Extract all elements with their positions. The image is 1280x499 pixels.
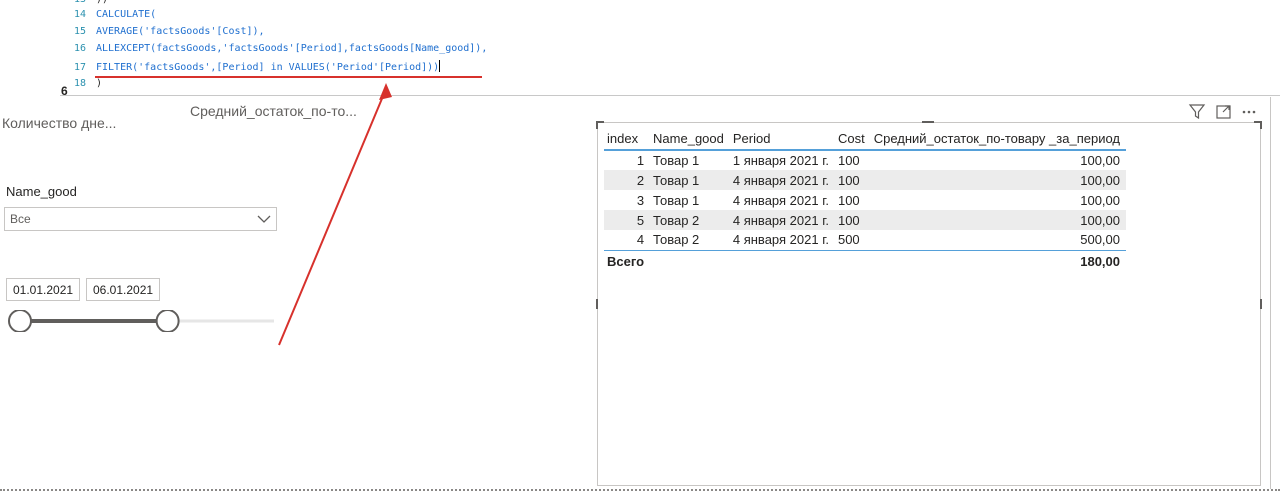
cell: Товар 1 — [653, 192, 700, 208]
chevron-down-icon — [257, 215, 271, 223]
right-pane-edge — [1270, 97, 1280, 489]
cell: 100 — [834, 170, 871, 190]
slider-start-handle[interactable] — [8, 310, 32, 332]
cell: 4 января 2021 г. — [729, 170, 835, 190]
column-header[interactable]: index — [604, 128, 651, 151]
cell: 1 — [636, 153, 645, 168]
cell: 4 января 2021 г. — [732, 232, 829, 248]
visual-title: Средний_остаток_по-то... — [190, 103, 357, 119]
column-header[interactable]: Cost — [834, 128, 871, 151]
cell: 100,00 — [1080, 192, 1120, 208]
focus-mode-icon[interactable] — [1216, 105, 1231, 119]
name-good-dropdown[interactable]: Все — [4, 207, 277, 231]
column-header[interactable]: Name_good — [650, 128, 730, 151]
more-options-icon[interactable] — [1242, 110, 1256, 114]
dropdown-value: Все — [10, 212, 31, 226]
cell: 100,00 — [1080, 153, 1120, 168]
date-to-input[interactable]: 06.01.2021 — [86, 278, 160, 301]
cell: 500 — [837, 232, 860, 248]
cell: Товар 2 — [653, 232, 700, 248]
canvas-bottom-border — [0, 489, 1280, 491]
cell: Товар 2 — [650, 210, 730, 230]
cell: 100,00 — [870, 210, 1126, 230]
cell: 4 января 2021 г. — [729, 210, 835, 230]
column-header[interactable]: Period — [729, 128, 835, 151]
cell: 5 — [604, 210, 651, 230]
cell: Товар 1 — [653, 153, 700, 168]
filter-icon[interactable] — [1188, 104, 1206, 120]
slider-end-handle[interactable] — [155, 310, 180, 332]
date-range-slider[interactable] — [8, 310, 274, 332]
table-row: 2 Товар 1 4 января 2021 г. 100 100,00 — [604, 170, 1126, 190]
table-row: 3 Товар 1 4 января 2021 г. 100 100,00 — [604, 190, 1126, 210]
total-label: Всего — [604, 249, 651, 272]
data-table: index Name_good Period Cost Средний_оста… — [604, 128, 1126, 272]
table-row: 1 Товар 1 1 января 2021 г. 100 100,00 — [604, 150, 1126, 170]
cell: 3 — [636, 192, 645, 208]
column-header[interactable]: Средний_остаток_по-товару _за_период — [870, 128, 1126, 151]
table-row: 4 Товар 2 4 января 2021 г. 500 500,00 — [604, 230, 1126, 250]
cell: 4 января 2021 г. — [732, 192, 829, 208]
cell: 100 — [834, 210, 871, 230]
table-header-row: index Name_good Period Cost Средний_оста… — [604, 128, 1126, 151]
cell: 4 — [636, 232, 645, 248]
cell: 100,00 — [870, 170, 1126, 190]
cell: 1 января 2021 г. — [732, 153, 829, 168]
cell: 500,00 — [1080, 232, 1120, 248]
visual-header-toolbar — [1188, 104, 1256, 120]
card-title: Количество дне... — [2, 115, 117, 131]
cell: 100 — [837, 192, 860, 208]
date-from-input[interactable]: 01.01.2021 — [6, 278, 80, 301]
table-row: 5 Товар 2 4 января 2021 г. 100 100,00 — [604, 210, 1126, 230]
total-row: Всего 180,00 — [604, 249, 1126, 272]
cell: Товар 1 — [650, 170, 730, 190]
total-value: 180,00 — [870, 249, 1126, 272]
cell: 100 — [837, 153, 860, 168]
slicer-label: Name_good — [6, 184, 77, 199]
cell: 2 — [604, 170, 651, 190]
